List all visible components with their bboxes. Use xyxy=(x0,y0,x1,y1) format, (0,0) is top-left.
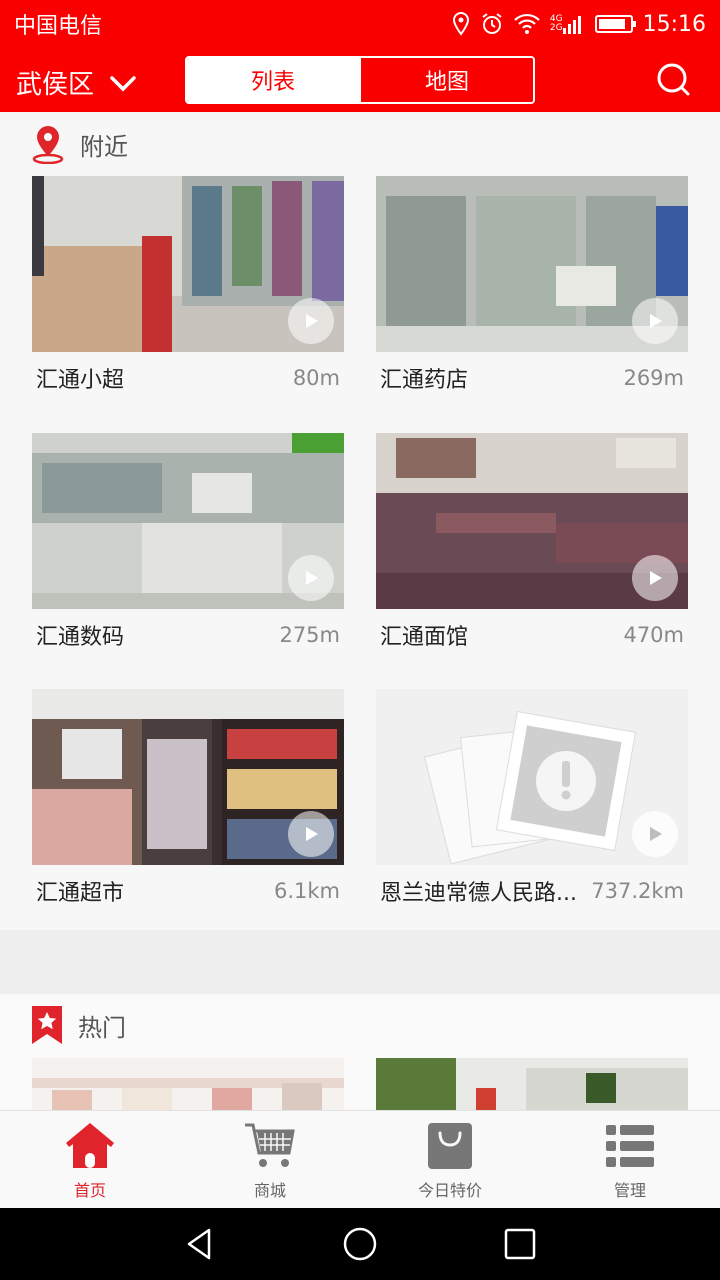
shopping-bag-icon xyxy=(428,1122,472,1169)
play-button[interactable] xyxy=(288,298,334,344)
nearby-header: 附近 xyxy=(30,124,128,164)
app-header: 武侯区 列表 地图 xyxy=(0,48,720,112)
location-icon xyxy=(452,12,470,36)
play-button[interactable] xyxy=(288,555,334,601)
shop-photo xyxy=(32,433,344,609)
shop-distance: 6.1km xyxy=(273,879,340,903)
tab-manage[interactable]: 管理 xyxy=(540,1111,720,1208)
alarm-icon xyxy=(480,12,504,36)
tab-home-label: 首页 xyxy=(73,1180,106,1200)
shop-card[interactable]: 汇通药店 269m xyxy=(376,176,688,404)
shop-distance: 80m xyxy=(292,366,340,390)
section-divider xyxy=(0,930,720,994)
list-icon xyxy=(606,1124,654,1167)
bookmark-star-icon xyxy=(32,1006,62,1044)
shop-name: 汇通面馆 xyxy=(380,625,469,650)
hot-header: 热门 xyxy=(30,1004,126,1046)
tab-deals[interactable]: 今日特价 xyxy=(360,1111,540,1208)
chevron-down-icon xyxy=(110,75,136,91)
play-icon xyxy=(306,314,318,328)
play-icon xyxy=(306,827,318,841)
back-icon[interactable] xyxy=(183,1227,217,1261)
tab-deals-label: 今日特价 xyxy=(417,1180,482,1200)
shop-photo xyxy=(32,176,344,352)
view-toggle: 列表 地图 xyxy=(185,56,535,104)
shop-card[interactable]: 汇通超市 6.1km xyxy=(32,689,344,917)
signal-icon: 4G 2G xyxy=(550,14,585,34)
system-nav-bar xyxy=(0,1208,720,1280)
hot-section: 热门 xyxy=(0,994,720,1110)
location-pin-icon xyxy=(32,126,64,164)
play-button[interactable] xyxy=(632,555,678,601)
image-placeholder xyxy=(376,689,688,865)
tab-mall-label: 商城 xyxy=(253,1180,286,1200)
clock: 15:16 xyxy=(642,11,706,37)
shop-name: 汇通数码 xyxy=(36,625,125,650)
play-icon xyxy=(306,571,318,585)
home-circle-icon[interactable] xyxy=(343,1227,377,1261)
shop-card[interactable]: 汇通数码 275m xyxy=(32,433,344,661)
nearby-title: 附近 xyxy=(80,132,128,161)
shop-name: 汇通药店 xyxy=(380,368,469,393)
tab-list[interactable]: 列表 xyxy=(187,58,359,102)
shop-card[interactable]: 汇通面馆 470m xyxy=(376,433,688,661)
wifi-icon xyxy=(514,13,540,35)
play-button[interactable] xyxy=(632,811,678,857)
tab-mall[interactable]: 商城 xyxy=(180,1111,360,1208)
tab-home[interactable]: 首页 xyxy=(0,1111,180,1208)
shop-card[interactable]: 恩兰迪常德人民路... 737.2km xyxy=(376,689,688,917)
play-button[interactable] xyxy=(288,811,334,857)
shop-photo xyxy=(376,176,688,352)
hot-item-photo[interactable] xyxy=(376,1058,688,1110)
shop-distance: 737.2km xyxy=(591,879,684,903)
search-icon[interactable] xyxy=(656,62,692,98)
shop-card[interactable]: 汇通小超 80m xyxy=(32,176,344,404)
shop-name: 汇通超市 xyxy=(36,881,125,906)
district-label: 武侯区 xyxy=(16,70,95,100)
hot-item-photo[interactable] xyxy=(32,1058,344,1110)
recents-icon[interactable] xyxy=(503,1227,537,1261)
content-scroll[interactable]: 附近 汇通小超 80m 汇通药店 269m 汇通数码 275m 汇通面馆 470… xyxy=(0,112,720,1110)
shop-distance: 470m xyxy=(623,623,684,647)
shop-photo xyxy=(376,433,688,609)
status-icons: 4G 2G 15:16 xyxy=(452,12,706,37)
carrier-label: 中国电信 xyxy=(14,14,103,39)
shop-distance: 275m xyxy=(279,623,340,647)
home-icon xyxy=(66,1122,114,1168)
hot-title: 热门 xyxy=(78,1013,126,1042)
status-bar: 中国电信 4G 2G 15:16 xyxy=(0,0,720,48)
bottom-tab-bar: 首页 商城 今日特价 管理 xyxy=(0,1110,720,1208)
shop-photo xyxy=(32,689,344,865)
play-icon xyxy=(650,314,662,328)
shopping-cart-icon xyxy=(245,1123,295,1167)
tab-manage-label: 管理 xyxy=(613,1180,646,1200)
play-icon xyxy=(650,827,662,841)
shop-distance: 269m xyxy=(623,366,684,390)
shop-name: 恩兰迪常德人民路... xyxy=(380,881,577,906)
district-selector[interactable]: 武侯区 xyxy=(16,64,138,101)
tab-map[interactable]: 地图 xyxy=(359,58,533,102)
play-button[interactable] xyxy=(632,298,678,344)
shop-name: 汇通小超 xyxy=(36,368,125,393)
battery-icon xyxy=(594,15,636,33)
play-icon xyxy=(650,571,662,585)
